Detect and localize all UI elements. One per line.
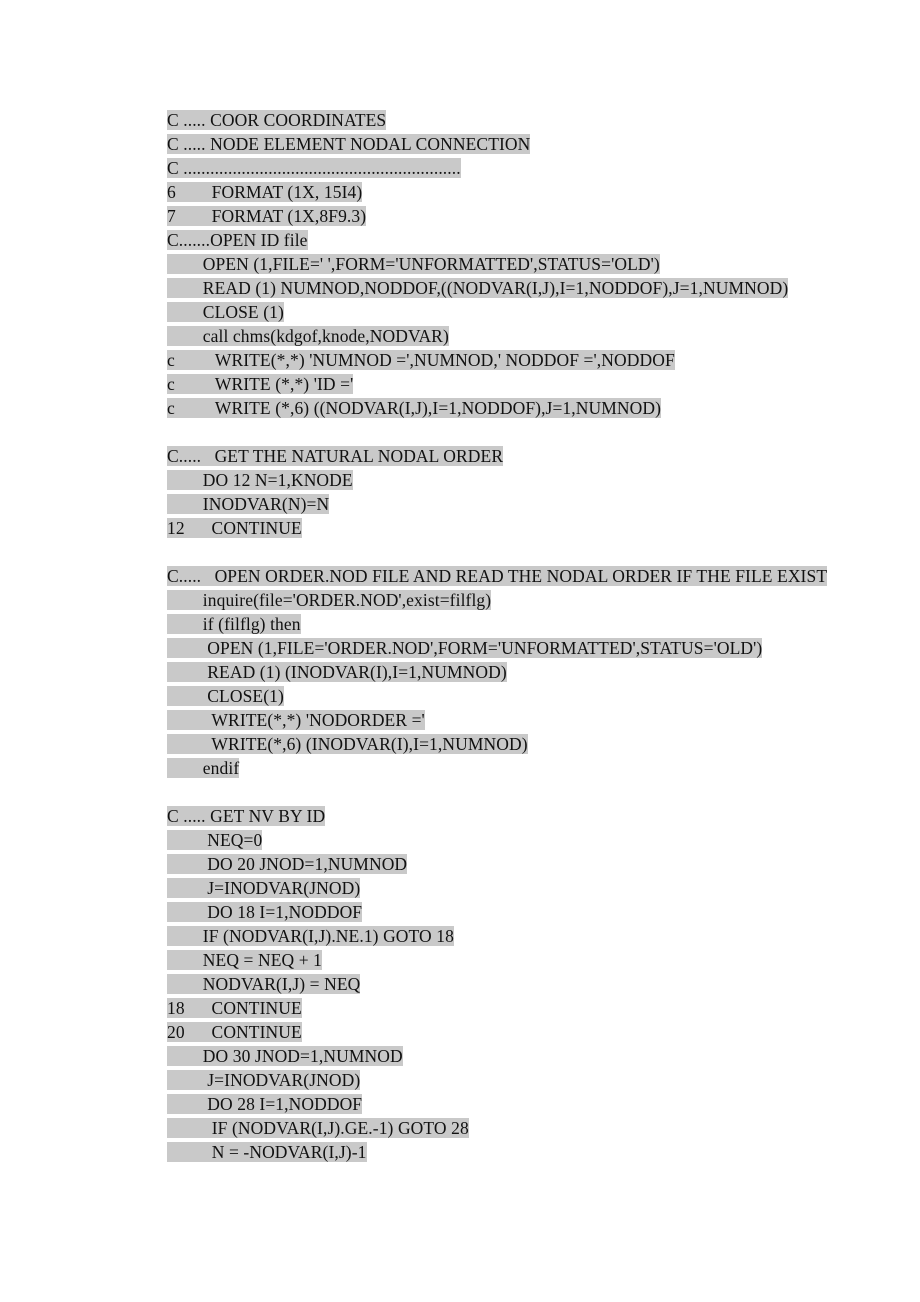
code-line: DO 30 JNOD=1,NUMNOD (167, 1044, 867, 1068)
code-line: 20 CONTINUE (167, 1020, 867, 1044)
code-line: READ (1) NUMNOD,NODDOF,((NODVAR(I,J),I=1… (167, 276, 867, 300)
code-line-text: J=INODVAR(JNOD) (167, 1070, 361, 1090)
code-line: DO 28 I=1,NODDOF (167, 1092, 867, 1116)
code-line: WRITE(*,6) (INODVAR(I),I=1,NUMNOD) (167, 732, 867, 756)
code-line: DO 20 JNOD=1,NUMNOD (167, 852, 867, 876)
code-line-text: 20 CONTINUE (167, 1022, 302, 1042)
code-line: c WRITE (*,*) 'ID =' (167, 372, 867, 396)
code-line-text: DO 28 I=1,NODDOF (167, 1094, 363, 1114)
code-line: IF (NODVAR(I,J).NE.1) GOTO 18 (167, 924, 867, 948)
code-line-text: C ..... NODE ELEMENT NODAL CONNECTION (167, 134, 531, 154)
code-line-text: C ......................................… (167, 158, 461, 178)
code-line-text: NODVAR(I,J) = NEQ (167, 974, 361, 994)
code-line-text: WRITE(*,*) 'NODORDER =' (167, 710, 425, 730)
code-line-text: c WRITE (*,6) ((NODVAR(I,J),I=1,NODDOF),… (167, 398, 662, 418)
code-line: INODVAR(N)=N (167, 492, 867, 516)
code-line-text: 18 CONTINUE (167, 998, 302, 1018)
code-line: CLOSE(1) (167, 684, 867, 708)
code-line: C ..... GET NV BY ID (167, 804, 867, 828)
code-line-text: READ (1) (INODVAR(I),I=1,NUMNOD) (167, 662, 507, 682)
code-line-text: DO 30 JNOD=1,NUMNOD (167, 1046, 403, 1066)
code-line: IF (NODVAR(I,J).GE.-1) GOTO 28 (167, 1116, 867, 1140)
code-line: C..... OPEN ORDER.NOD FILE AND READ THE … (167, 564, 867, 588)
code-line-text: if (filflg) then (167, 614, 301, 634)
code-line: J=INODVAR(JNOD) (167, 876, 867, 900)
code-line-text: c WRITE(*,*) 'NUMNOD =',NUMNOD,' NODDOF … (167, 350, 675, 370)
code-line: READ (1) (INODVAR(I),I=1,NUMNOD) (167, 660, 867, 684)
code-line: DO 12 N=1,KNODE (167, 468, 867, 492)
code-line: inquire(file='ORDER.NOD',exist=filflg) (167, 588, 867, 612)
code-line: J=INODVAR(JNOD) (167, 1068, 867, 1092)
code-line: WRITE(*,*) 'NODORDER =' (167, 708, 867, 732)
code-line: c WRITE (*,6) ((NODVAR(I,J),I=1,NODDOF),… (167, 396, 867, 420)
code-line-text: NEQ=0 (167, 830, 263, 850)
code-line: OPEN (1,FILE=' ',FORM='UNFORMATTED',STAT… (167, 252, 867, 276)
code-line-text: endif (167, 758, 240, 778)
code-line: CLOSE (1) (167, 300, 867, 324)
code-line: 12 CONTINUE (167, 516, 867, 540)
code-line-text: 12 CONTINUE (167, 518, 302, 538)
code-line: C ..... COOR COORDINATES (167, 108, 867, 132)
code-line-text: N = -NODVAR(I,J)-1 (167, 1142, 367, 1162)
code-line-text: IF (NODVAR(I,J).GE.-1) GOTO 28 (167, 1118, 469, 1138)
code-line: 6 FORMAT (1X, 15I4) (167, 180, 867, 204)
code-line-text: INODVAR(N)=N (167, 494, 330, 514)
code-line-text: OPEN (1,FILE='ORDER.NOD',FORM='UNFORMATT… (167, 638, 763, 658)
code-line: 18 CONTINUE (167, 996, 867, 1020)
code-line-text: WRITE(*,6) (INODVAR(I),I=1,NUMNOD) (167, 734, 528, 754)
code-line: C.......OPEN ID file (167, 228, 867, 252)
code-line: NODVAR(I,J) = NEQ (167, 972, 867, 996)
code-line-text: c WRITE (*,*) 'ID =' (167, 374, 354, 394)
code-line-text: DO 20 JNOD=1,NUMNOD (167, 854, 408, 874)
code-line: DO 18 I=1,NODDOF (167, 900, 867, 924)
code-line-text: DO 18 I=1,NODDOF (167, 902, 363, 922)
code-line: OPEN (1,FILE='ORDER.NOD',FORM='UNFORMATT… (167, 636, 867, 660)
code-line: N = -NODVAR(I,J)-1 (167, 1140, 867, 1164)
code-line-text: OPEN (1,FILE=' ',FORM='UNFORMATTED',STAT… (167, 254, 660, 274)
code-line-text: 7 FORMAT (1X,8F9.3) (167, 206, 367, 226)
code-line: NEQ = NEQ + 1 (167, 948, 867, 972)
code-line-text: call chms(kdgof,knode,NODVAR) (167, 326, 449, 346)
code-line: if (filflg) then (167, 612, 867, 636)
code-line-text: C..... GET THE NATURAL NODAL ORDER (167, 446, 504, 466)
code-line: C ......................................… (167, 156, 867, 180)
code-line-text: J=INODVAR(JNOD) (167, 878, 361, 898)
code-line-text: CLOSE(1) (167, 686, 284, 706)
code-line-text: READ (1) NUMNOD,NODDOF,((NODVAR(I,J),I=1… (167, 278, 789, 298)
code-line-text: C ..... GET NV BY ID (167, 806, 326, 826)
code-line: C..... GET THE NATURAL NODAL ORDER (167, 444, 867, 468)
code-line: call chms(kdgof,knode,NODVAR) (167, 324, 867, 348)
code-line: NEQ=0 (167, 828, 867, 852)
code-line-text: C.......OPEN ID file (167, 230, 308, 250)
code-line: endif (167, 756, 867, 780)
code-line-text: 6 FORMAT (1X, 15I4) (167, 182, 363, 202)
code-line-text: CLOSE (1) (167, 302, 284, 322)
code-line-text: DO 12 N=1,KNODE (167, 470, 353, 490)
code-line-text: NEQ = NEQ + 1 (167, 950, 323, 970)
code-line-text: C ..... COOR COORDINATES (167, 110, 387, 130)
code-line-text: IF (NODVAR(I,J).NE.1) GOTO 18 (167, 926, 454, 946)
code-line: c WRITE(*,*) 'NUMNOD =',NUMNOD,' NODDOF … (167, 348, 867, 372)
code-line: C ..... NODE ELEMENT NODAL CONNECTION (167, 132, 867, 156)
code-listing: C ..... COOR COORDINATES C ..... NODE ELE… (167, 108, 867, 1164)
code-line-text: inquire(file='ORDER.NOD',exist=filflg) (167, 590, 492, 610)
document-page: C ..... COOR COORDINATES C ..... NODE ELE… (0, 0, 920, 1302)
code-line: 7 FORMAT (1X,8F9.3) (167, 204, 867, 228)
code-line-text: C..... OPEN ORDER.NOD FILE AND READ THE … (167, 566, 828, 586)
